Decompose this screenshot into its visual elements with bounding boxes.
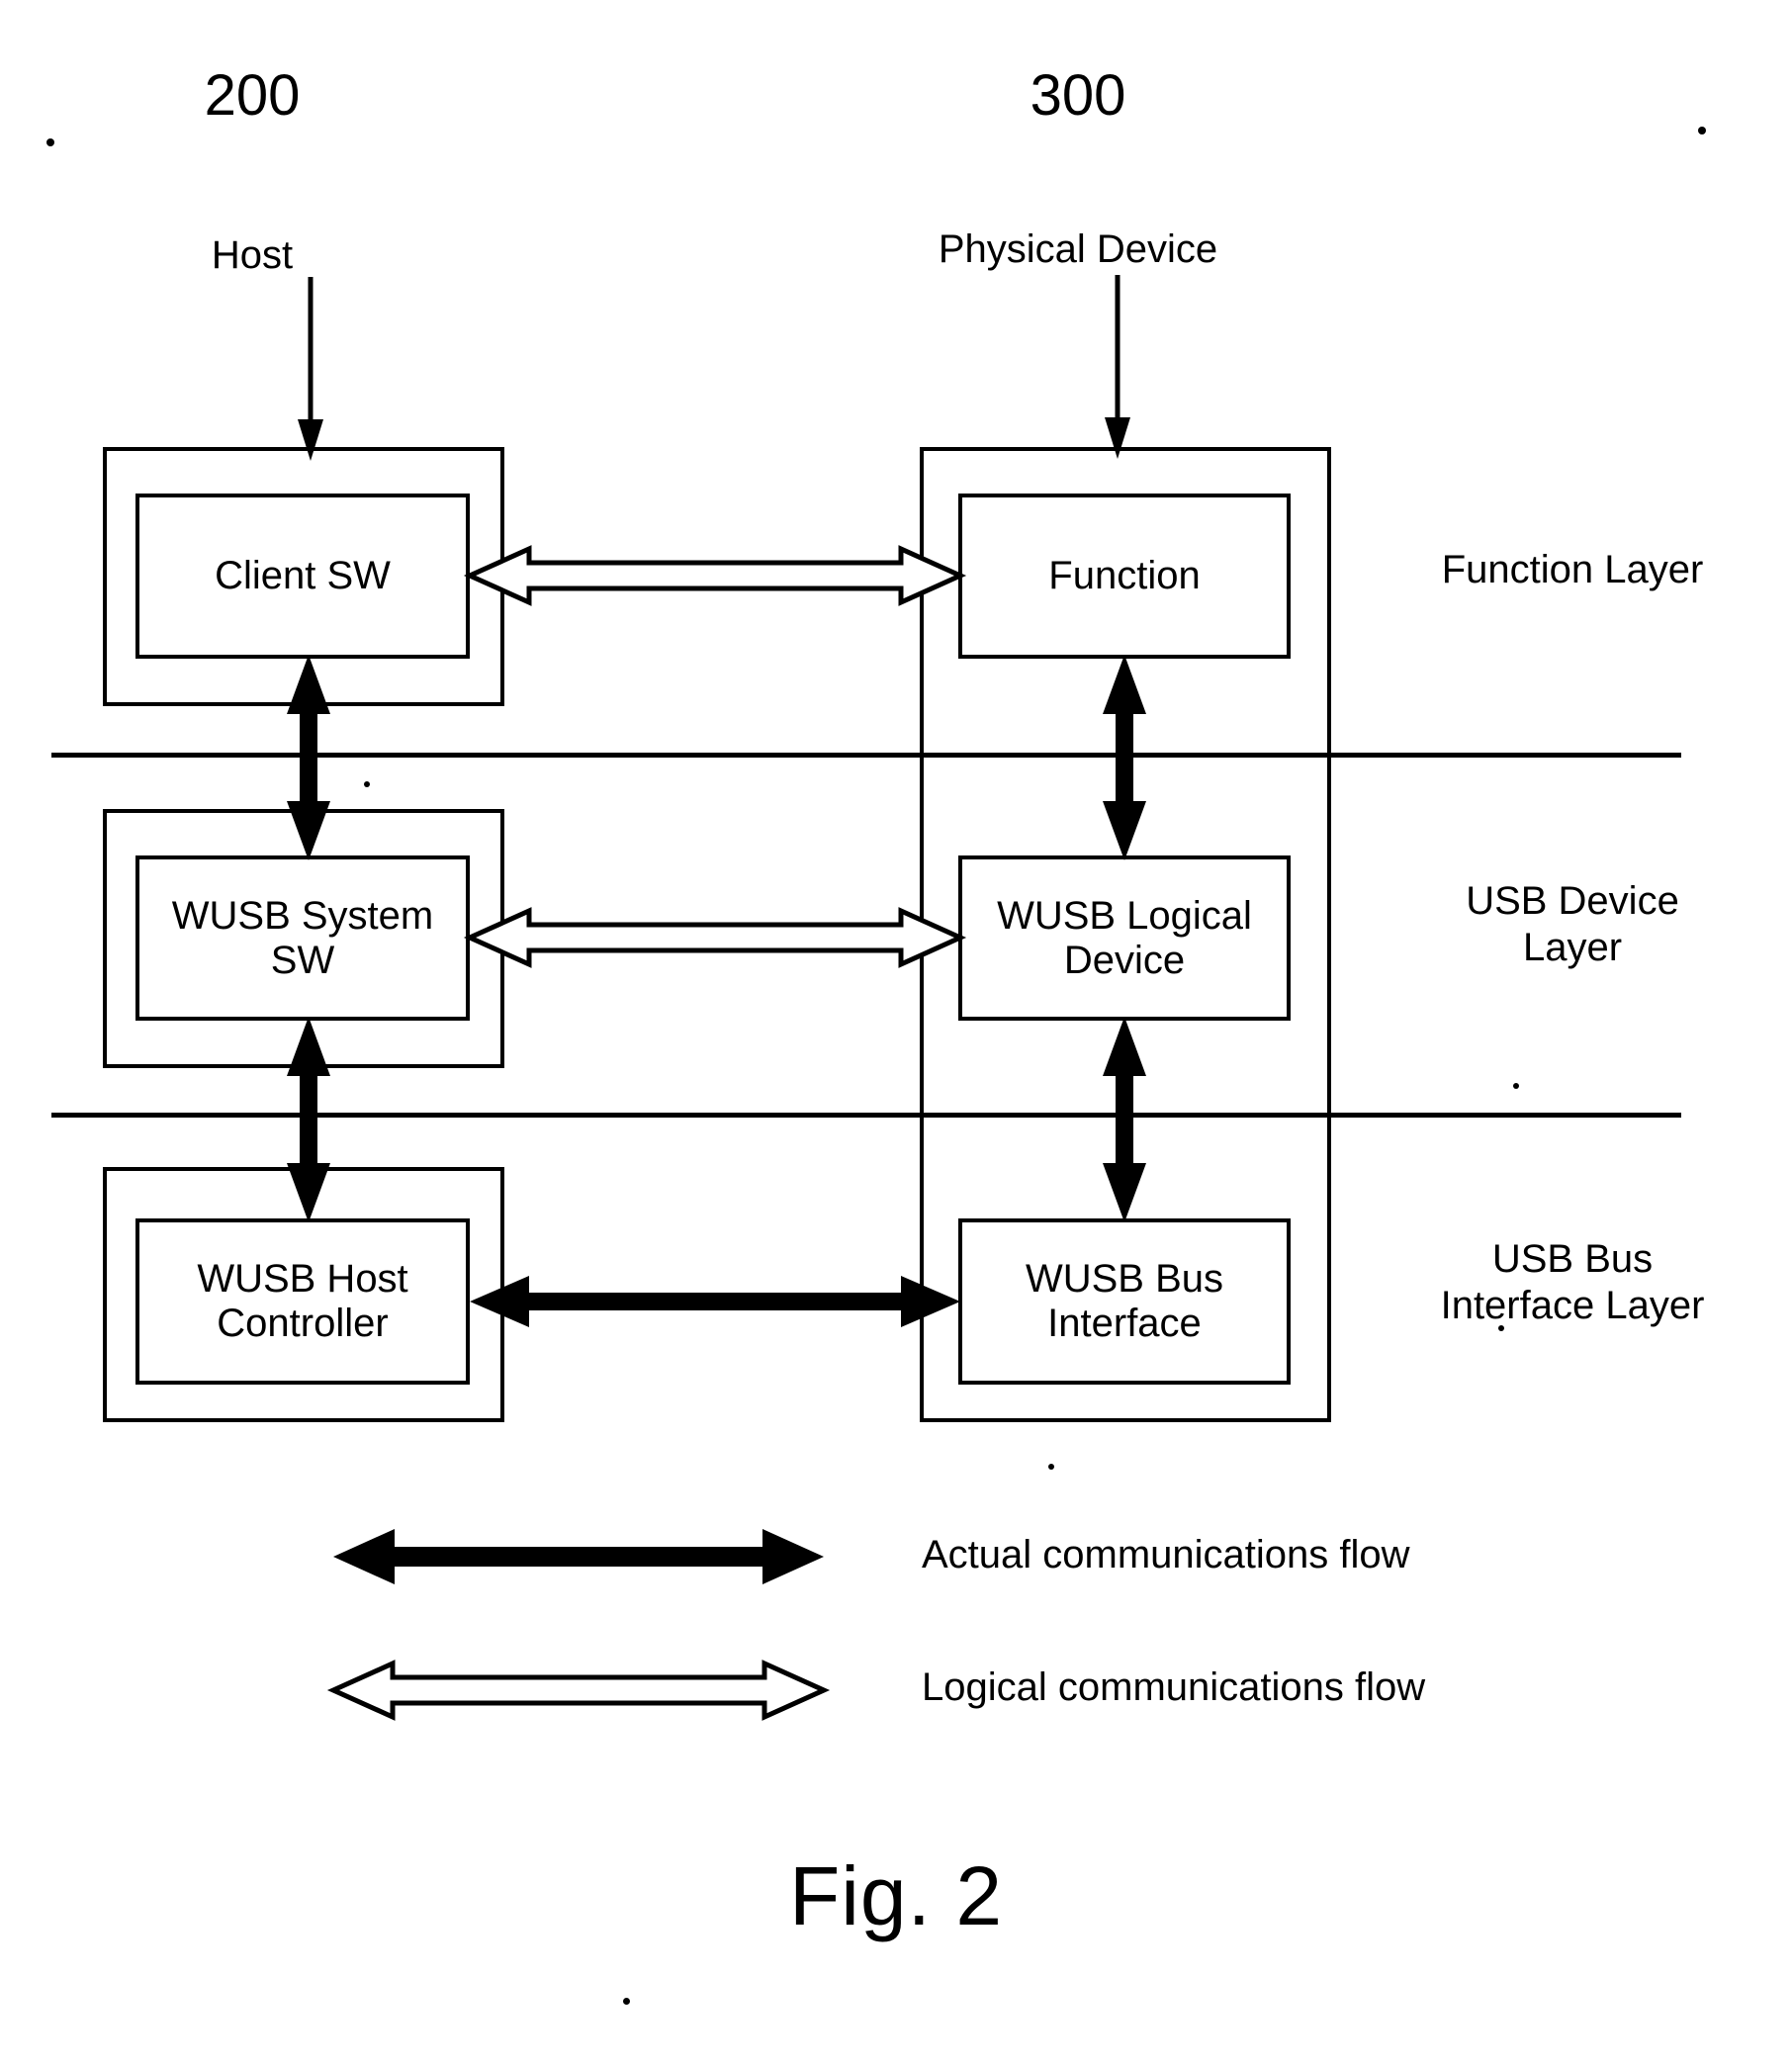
legend-logical-flow-arrow-icon — [326, 1660, 831, 1721]
actual-flow-arrow-host-function-device — [287, 655, 330, 860]
scan-speck — [1498, 1325, 1504, 1331]
block-client-sw: Client SW — [135, 494, 470, 659]
legend-actual-flow-label: Actual communications flow — [922, 1533, 1410, 1576]
legend-actual-flow-arrow-icon — [333, 1529, 824, 1584]
block-function: Function — [958, 494, 1291, 659]
scan-speck — [364, 781, 370, 787]
reference-numeral-200: 200 — [204, 63, 301, 128]
actual-flow-arrow-device-function-device — [1103, 655, 1146, 860]
host-leader-arrow-icon — [298, 277, 323, 461]
legend-logical-flow-label: Logical communications flow — [922, 1665, 1426, 1709]
block-wusb-system-sw: WUSB System SW — [135, 855, 470, 1021]
logical-flow-arrow-function-layer — [463, 545, 967, 606]
block-wusb-logical-device-label: WUSB Logical Device — [997, 893, 1252, 982]
layer-caption-usb-device: USB Device Layer — [1466, 879, 1679, 970]
scan-speck — [1048, 1464, 1054, 1470]
block-function-label: Function — [1048, 554, 1201, 598]
actual-flow-arrow-bus-layer — [470, 1276, 960, 1327]
scan-speck — [1513, 1083, 1519, 1089]
block-wusb-bus-interface-label: WUSB Bus Interface — [1025, 1257, 1224, 1345]
block-client-sw-label: Client SW — [215, 554, 391, 598]
logical-flow-arrow-device-layer — [463, 907, 967, 968]
actual-flow-arrow-host-device-bus — [287, 1017, 330, 1222]
block-wusb-host-controller-label: WUSB Host Controller — [197, 1257, 408, 1345]
patent-figure-2: 200 300 Host Physical Device Client SW W… — [0, 0, 1792, 2068]
reference-numeral-300: 300 — [1030, 63, 1126, 128]
scan-speck — [623, 1998, 630, 2005]
block-wusb-bus-interface: WUSB Bus Interface — [958, 1218, 1291, 1385]
host-label: Host — [211, 233, 294, 277]
physical-device-label: Physical Device — [938, 227, 1218, 271]
figure-caption: Fig. 2 — [788, 1849, 1004, 1942]
block-wusb-host-controller: WUSB Host Controller — [135, 1218, 470, 1385]
layer-caption-usb-bus-interface: USB Bus Interface Layer — [1440, 1237, 1705, 1328]
block-wusb-system-sw-label: WUSB System SW — [171, 893, 434, 982]
layer-caption-function: Function Layer — [1441, 548, 1704, 591]
physical-device-leader-arrow-icon — [1105, 275, 1130, 459]
block-wusb-logical-device: WUSB Logical Device — [958, 855, 1291, 1021]
scan-speck — [46, 138, 54, 146]
actual-flow-arrow-device-device-bus — [1103, 1017, 1146, 1222]
scan-speck — [1698, 127, 1706, 135]
